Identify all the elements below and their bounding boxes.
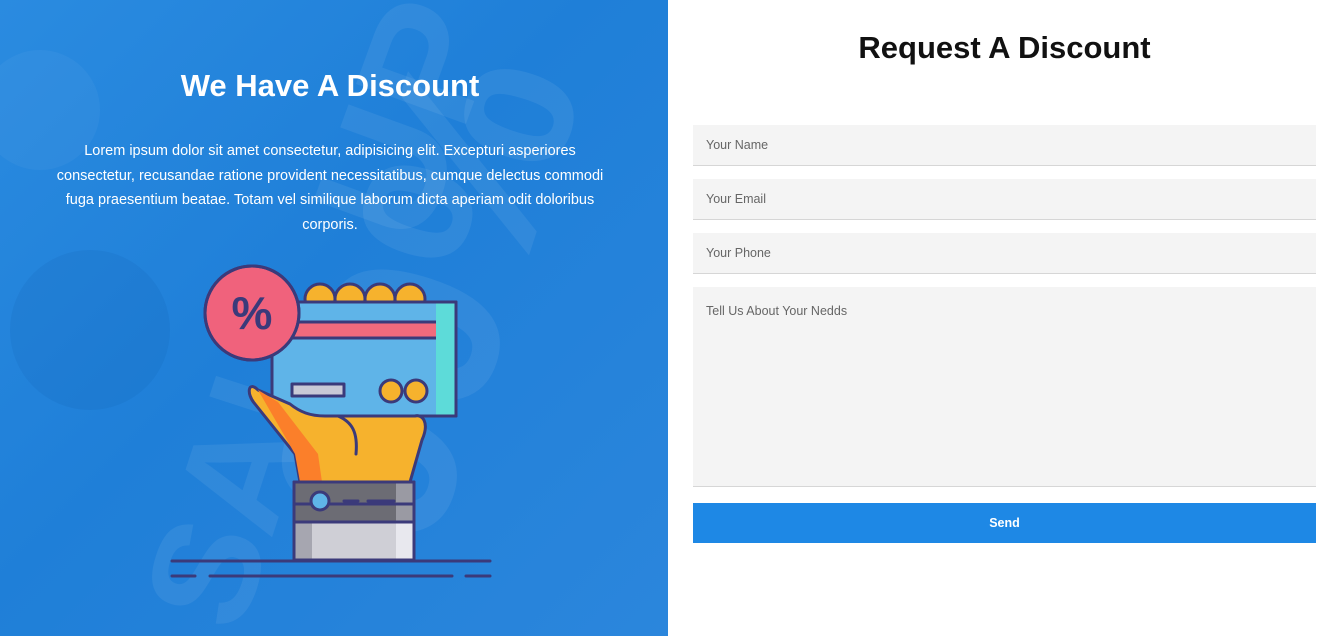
form-title: Request A Discount	[858, 30, 1151, 65]
discount-offer-panel: UPTO 00% SAL We Have A Discount Lorem ip…	[0, 0, 668, 636]
hand-holding-discount-card-icon: %	[170, 264, 492, 578]
discount-percent-symbol: %	[232, 287, 273, 339]
name-input[interactable]	[693, 125, 1316, 166]
send-button[interactable]: Send	[693, 503, 1316, 543]
needs-textarea[interactable]	[693, 287, 1316, 487]
phone-input[interactable]	[693, 233, 1316, 274]
offer-title: We Have A Discount	[180, 68, 480, 103]
email-input[interactable]	[693, 179, 1316, 220]
discount-request-form-panel: Request A Discount Send	[668, 0, 1335, 636]
offer-description: Lorem ipsum dolor sit amet consectetur, …	[56, 143, 604, 233]
